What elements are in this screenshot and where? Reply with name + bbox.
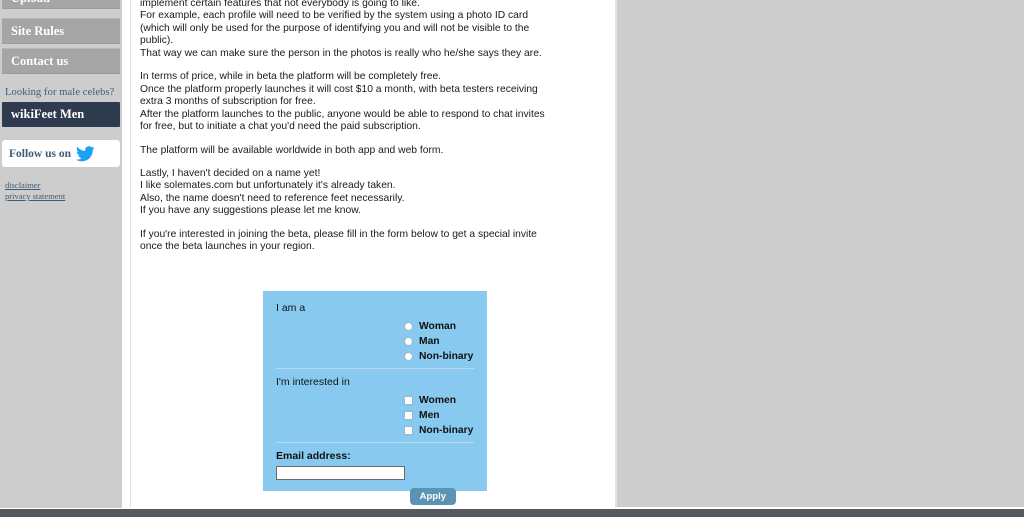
sidebar-item-contact-us[interactable]: Contact us <box>2 48 120 74</box>
twitter-bird-icon[interactable] <box>76 145 95 162</box>
checkbox-option-men[interactable]: Men <box>404 408 474 423</box>
radio-circle-icon[interactable] <box>404 322 413 331</box>
radio-label: Man <box>419 336 440 347</box>
email-field-label: Email address: <box>276 450 351 462</box>
text-line: I like solemates.com but unfortunately i… <box>140 180 396 192</box>
text-line: If you have any suggestions please let m… <box>140 205 361 217</box>
radio-circle-icon[interactable] <box>404 337 413 346</box>
text-line: If you're interested in joining the beta… <box>140 228 537 240</box>
checkbox-label: Women <box>419 395 456 406</box>
beta-signup-form: I am a Woman Man Non-binary I'm interest… <box>263 291 487 505</box>
sidebar-item-label: wikiFeet Men <box>11 107 85 121</box>
paragraph: The platform will be available worldwide… <box>140 145 610 157</box>
radio-label: Woman <box>419 321 456 332</box>
radio-option-non-binary[interactable]: Non-binary <box>404 349 474 364</box>
bottom-rule <box>0 509 1024 517</box>
sidebar-item-label: Upload <box>11 0 50 5</box>
radio-label: Non-binary <box>419 351 474 362</box>
apply-row: Apply <box>276 488 474 505</box>
privacy-statement-link[interactable]: privacy statement <box>5 191 65 202</box>
article-body: implement certain features that not ever… <box>140 0 610 265</box>
radio-option-man[interactable]: Man <box>404 334 474 349</box>
follow-us-box[interactable]: Follow us on <box>2 140 120 167</box>
checkbox-label: Non-binary <box>419 425 474 436</box>
page-root: Upload Site Rules Contact us Looking for… <box>0 0 1024 517</box>
looking-for-male-celebs-text: Looking for male celebs? <box>5 87 115 98</box>
text-line: That way we can make sure the person in … <box>140 47 542 59</box>
identity-radio-group: Woman Man Non-binary <box>276 319 474 364</box>
text-line: Also, the name doesn't need to reference… <box>140 192 405 204</box>
checkbox-option-women[interactable]: Women <box>404 393 474 408</box>
interest-section-title: I'm interested in <box>276 376 350 388</box>
disclaimer-link[interactable]: disclaimer <box>5 180 65 191</box>
form-divider <box>276 442 474 443</box>
identity-section-title: I am a <box>276 302 306 314</box>
checkbox-square-icon[interactable] <box>404 426 413 435</box>
form-divider <box>276 368 474 369</box>
text-line: The platform will be available worldwide… <box>140 144 444 156</box>
sidebar-item-wikifeet-men[interactable]: wikiFeet Men <box>2 102 120 127</box>
paragraph: implement certain features that not ever… <box>140 0 610 60</box>
text-line: once the beta launches in your region. <box>140 241 315 253</box>
paragraph: In terms of price, while in beta the pla… <box>140 71 610 133</box>
sidebar-footer-links: disclaimer privacy statement <box>5 180 65 201</box>
sidebar-item-upload[interactable]: Upload <box>2 0 120 9</box>
checkbox-square-icon[interactable] <box>404 411 413 420</box>
text-line: For example, each profile will need to b… <box>140 10 529 22</box>
text-line: public). <box>140 35 174 47</box>
paragraph: Lastly, I haven't decided on a name yet!… <box>140 168 610 218</box>
checkbox-label: Men <box>419 410 440 421</box>
sidebar-item-label: Contact us <box>11 54 69 68</box>
radio-circle-icon[interactable] <box>404 352 413 361</box>
sidebar-item-label: Site Rules <box>11 24 65 38</box>
text-line: extra 3 months of subscription for free. <box>140 96 316 108</box>
text-line: (which will only be used for the purpose… <box>140 22 530 34</box>
interest-checkbox-group: Women Men Non-binary <box>276 393 474 438</box>
text-line: Lastly, I haven't decided on a name yet! <box>140 167 321 179</box>
text-line: After the platform launches to the publi… <box>140 108 545 120</box>
follow-us-label: Follow us on <box>9 147 71 160</box>
radio-option-woman[interactable]: Woman <box>404 319 474 334</box>
checkbox-square-icon[interactable] <box>404 396 413 405</box>
apply-button[interactable]: Apply <box>409 488 456 505</box>
checkbox-option-non-binary[interactable]: Non-binary <box>404 423 474 438</box>
email-input[interactable] <box>276 466 405 480</box>
sidebar-item-site-rules[interactable]: Site Rules <box>2 18 120 44</box>
text-line: In terms of price, while in beta the pla… <box>140 71 442 83</box>
text-line: implement certain features that not ever… <box>140 0 420 9</box>
sidebar: Upload Site Rules Contact us Looking for… <box>0 0 122 508</box>
main-content-column: implement certain features that not ever… <box>130 0 616 508</box>
paragraph: If you're interested in joining the beta… <box>140 229 610 254</box>
page-background-right <box>616 0 1024 507</box>
text-line: for free, but to initiate a chat you'd n… <box>140 121 421 133</box>
text-line: Once the platform properly launches it w… <box>140 83 538 95</box>
